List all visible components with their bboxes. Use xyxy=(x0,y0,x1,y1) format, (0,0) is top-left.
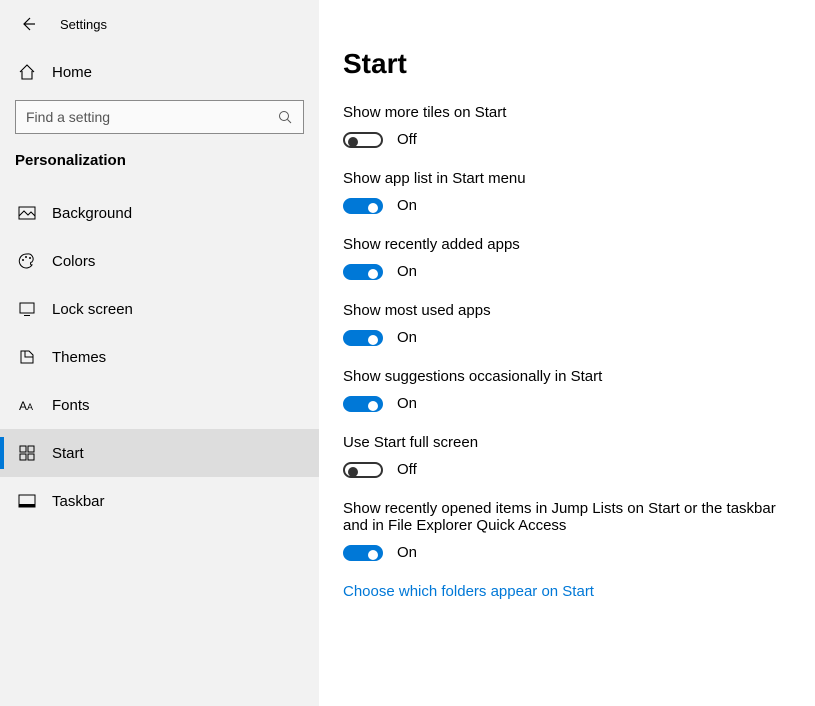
toggle-row: On xyxy=(343,544,783,561)
content-pane: Start Show more tiles on Start Off Show ap… xyxy=(319,0,815,706)
search-input[interactable] xyxy=(15,100,304,134)
setting-label: Show recently opened items in Jump Lists… xyxy=(343,500,783,534)
toggle-state: On xyxy=(397,197,417,214)
sidebar-item-label: Themes xyxy=(52,349,106,366)
sidebar-item-themes[interactable]: Themes xyxy=(0,333,319,381)
toggle-switch[interactable] xyxy=(343,132,383,148)
sidebar-item-colors[interactable]: Colors xyxy=(0,237,319,285)
setting-label: Use Start full screen xyxy=(343,434,783,451)
toggle-knob xyxy=(368,550,378,560)
toggle-state: Off xyxy=(397,461,417,478)
toggle-switch[interactable] xyxy=(343,545,383,561)
setting-label: Show recently added apps xyxy=(343,236,783,253)
sidebar-item-label: Start xyxy=(52,445,84,462)
toggle-knob xyxy=(368,203,378,213)
choose-folders-link[interactable]: Choose which folders appear on Start xyxy=(343,583,783,600)
group-title: Personalization xyxy=(0,152,319,189)
setting-row: Show recently added apps On xyxy=(343,236,783,280)
sidebar-item-label: Taskbar xyxy=(52,493,105,510)
toggle-switch[interactable] xyxy=(343,198,383,214)
sidebar-item-lock-screen[interactable]: Lock screen xyxy=(0,285,319,333)
sidebar-item-taskbar[interactable]: Taskbar xyxy=(0,477,319,525)
sidebar-item-fonts[interactable]: AA Fonts xyxy=(0,381,319,429)
themes-icon xyxy=(18,348,36,366)
setting-row: Show suggestions occasionally in Start On xyxy=(343,368,783,412)
toggle-row: On xyxy=(343,197,783,214)
search-wrap xyxy=(15,100,304,134)
home-label: Home xyxy=(52,64,92,81)
toggle-row: On xyxy=(343,329,783,346)
setting-row: Show more tiles on Start Off xyxy=(343,104,783,148)
sidebar-item-start[interactable]: Start xyxy=(0,429,319,477)
palette-icon xyxy=(18,252,36,270)
fonts-icon: AA xyxy=(18,396,36,414)
toggle-state: Off xyxy=(397,131,417,148)
toggle-state: On xyxy=(397,544,417,561)
sidebar-item-label: Background xyxy=(52,205,132,222)
toggle-row: On xyxy=(343,263,783,280)
toggle-knob xyxy=(348,137,358,147)
image-icon xyxy=(18,204,36,222)
setting-row: Show recently opened items in Jump Lists… xyxy=(343,500,783,561)
sidebar-item-background[interactable]: Background xyxy=(0,189,319,237)
sidebar: Settings Home Personalization Background… xyxy=(0,0,319,706)
toggle-state: On xyxy=(397,263,417,280)
toggle-row: Off xyxy=(343,461,783,478)
setting-label: Show app list in Start menu xyxy=(343,170,783,187)
search-icon xyxy=(276,108,294,126)
svg-text:A: A xyxy=(27,402,33,412)
sidebar-item-label: Fonts xyxy=(52,397,90,414)
setting-label: Show most used apps xyxy=(343,302,783,319)
toggle-switch[interactable] xyxy=(343,462,383,478)
back-button[interactable] xyxy=(8,4,48,44)
svg-text:A: A xyxy=(19,399,27,413)
toggle-state: On xyxy=(397,329,417,346)
arrow-left-icon xyxy=(19,15,37,33)
page-title: Start xyxy=(343,48,783,80)
toggle-switch[interactable] xyxy=(343,264,383,280)
nav-list: Background Colors Lock screen Themes AA … xyxy=(0,189,319,525)
toggle-state: On xyxy=(397,395,417,412)
lock-screen-icon xyxy=(18,300,36,318)
toggle-knob xyxy=(348,467,358,477)
toggle-knob xyxy=(368,401,378,411)
setting-row: Use Start full screen Off xyxy=(343,434,783,478)
setting-row: Show app list in Start menu On xyxy=(343,170,783,214)
start-icon xyxy=(18,444,36,462)
toggle-row: Off xyxy=(343,131,783,148)
home-icon xyxy=(18,63,36,81)
sidebar-item-label: Colors xyxy=(52,253,95,270)
toggle-knob xyxy=(368,335,378,345)
setting-label: Show more tiles on Start xyxy=(343,104,783,121)
toggle-knob xyxy=(368,269,378,279)
setting-row: Show most used apps On xyxy=(343,302,783,346)
sidebar-item-label: Lock screen xyxy=(52,301,133,318)
toggle-row: On xyxy=(343,395,783,412)
app-title: Settings xyxy=(60,17,107,32)
setting-label: Show suggestions occasionally in Start xyxy=(343,368,783,385)
header-row: Settings xyxy=(0,0,319,48)
toggle-switch[interactable] xyxy=(343,330,383,346)
toggle-switch[interactable] xyxy=(343,396,383,412)
taskbar-icon xyxy=(18,492,36,510)
home-nav[interactable]: Home xyxy=(0,48,319,96)
